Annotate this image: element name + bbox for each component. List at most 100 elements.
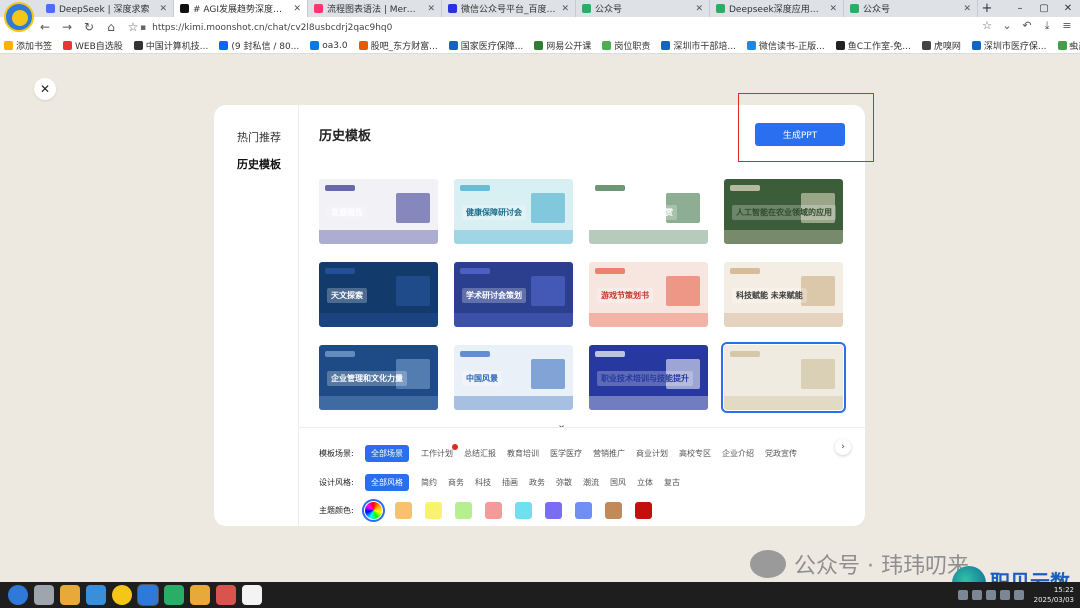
style-option[interactable]: 全部风格 xyxy=(365,474,409,491)
notes-icon[interactable] xyxy=(242,585,262,605)
bookmark-item[interactable]: 深圳市医疗保... xyxy=(971,39,1047,52)
network-icon[interactable] xyxy=(971,590,982,600)
template-thumbnail[interactable]: 科技赋能 未来赋能 xyxy=(724,262,843,327)
tab-close-icon[interactable]: ✕ xyxy=(159,4,167,14)
style-option[interactable]: 潮流 xyxy=(583,477,599,488)
color-swatch[interactable] xyxy=(545,502,562,519)
forward-icon[interactable]: → xyxy=(58,18,76,36)
bookmark-item[interactable]: oa3.0 xyxy=(310,41,348,51)
home-icon[interactable]: ⌂ xyxy=(102,18,120,36)
scene-option[interactable]: 高校专区 xyxy=(679,448,711,459)
back-icon[interactable]: ← xyxy=(36,18,54,36)
style-option[interactable]: 国风 xyxy=(610,477,626,488)
bookmark-item[interactable]: 网易公开课 xyxy=(534,39,591,52)
style-option[interactable]: 简约 xyxy=(421,477,437,488)
menu-icon[interactable]: ≡ xyxy=(1060,19,1074,33)
browser-active-icon[interactable] xyxy=(137,584,159,606)
template-thumbnail[interactable]: 阅读技巧与文学欣赏 xyxy=(589,179,708,244)
template-thumbnail[interactable]: 发展报告 xyxy=(319,179,438,244)
bookmark-item[interactable]: 鱼C工作室-免... xyxy=(835,39,911,52)
maximize-icon[interactable]: ▢ xyxy=(1032,0,1056,17)
url-field[interactable]: ▪ https://kimi.moonshot.cn/chat/cv2l8usb… xyxy=(140,19,960,36)
style-option[interactable]: 复古 xyxy=(664,477,680,488)
scene-option[interactable]: 商业计划 xyxy=(636,448,668,459)
bookmark-item[interactable]: WEB自选股 xyxy=(63,39,123,52)
browser-logo-icon[interactable] xyxy=(4,2,34,32)
bookmark-item[interactable]: 国家医疗保障... xyxy=(448,39,523,52)
template-thumbnail[interactable]: 中国风景 xyxy=(454,345,573,410)
style-option[interactable]: 插画 xyxy=(502,477,518,488)
tab-4[interactable]: 公众号 ✕ xyxy=(576,0,710,17)
template-thumbnail[interactable]: 游戏节策划书 xyxy=(589,262,708,327)
minimize-icon[interactable]: – xyxy=(1008,0,1032,17)
bookmark-item[interactable]: 虎嗅网 xyxy=(921,39,961,52)
template-thumbnail[interactable]: 学术研讨会策划 xyxy=(454,262,573,327)
scene-option[interactable]: 总结汇报 xyxy=(464,448,496,459)
bookmarks-more-icon[interactable]: » xyxy=(1068,41,1074,51)
close-dialog-button[interactable]: ✕ xyxy=(34,78,56,100)
bluetooth-icon[interactable] xyxy=(957,590,968,600)
color-swatch[interactable] xyxy=(635,502,652,519)
download-icon[interactable]: ⤓ xyxy=(1040,19,1054,33)
bookmark-item[interactable]: 深圳市干部培... xyxy=(661,39,736,52)
tab-close-icon[interactable]: ✕ xyxy=(829,4,837,14)
color-swatch[interactable] xyxy=(575,502,592,519)
bookmark-item[interactable]: 股吧_东方财富... xyxy=(358,39,438,52)
chevron-right-icon[interactable]: › xyxy=(835,439,851,455)
color-swatch[interactable] xyxy=(425,502,442,519)
style-option[interactable]: 弥散 xyxy=(556,477,572,488)
tab-0[interactable]: DeepSeek | 深度求索 ✕ xyxy=(40,0,174,17)
wechat-app-icon[interactable] xyxy=(164,585,184,605)
undo-icon[interactable]: ↶ xyxy=(1020,19,1034,33)
style-option[interactable]: 政务 xyxy=(529,477,545,488)
tab-2[interactable]: 流程图表语法 | Mermaid 中...✕ xyxy=(308,0,442,17)
color-swatch[interactable] xyxy=(515,502,532,519)
tab-close-icon[interactable]: ✕ xyxy=(695,4,703,14)
style-option[interactable]: 立体 xyxy=(637,477,653,488)
bookmark-item[interactable]: 微信读书-正版... xyxy=(746,39,825,52)
scene-option[interactable]: 工作计划 xyxy=(421,444,458,459)
tab-1[interactable]: # AGI发展趋势深度分析 #...✕ xyxy=(174,0,308,17)
volume-icon[interactable] xyxy=(985,590,996,600)
template-thumbnail[interactable]: 人工智能在农业领域的应用 xyxy=(724,179,843,244)
template-thumbnail[interactable]: 企业管理和文化力量 xyxy=(319,345,438,410)
scene-option[interactable]: 医学医疗 xyxy=(550,448,582,459)
tab-close-icon[interactable]: ✕ xyxy=(293,4,301,14)
scene-option[interactable]: 企业介绍 xyxy=(722,448,754,459)
color-swatch[interactable] xyxy=(485,502,502,519)
close-window-icon[interactable]: ✕ xyxy=(1056,0,1080,17)
color-swatch[interactable] xyxy=(455,502,472,519)
sidebar-item-history[interactable]: 历史模板 xyxy=(237,156,281,172)
color-swatch[interactable] xyxy=(605,502,622,519)
scene-option[interactable]: 营销推广 xyxy=(593,448,625,459)
all-colors-swatch[interactable] xyxy=(362,499,385,522)
files-icon[interactable] xyxy=(190,585,210,605)
media-icon[interactable] xyxy=(216,585,236,605)
battery-icon[interactable] xyxy=(999,590,1010,600)
browser-icon[interactable] xyxy=(112,585,132,605)
scene-option[interactable]: 全部场景 xyxy=(365,445,409,462)
scene-option[interactable]: 教育培训 xyxy=(507,448,539,459)
favorite-icon[interactable]: ☆ xyxy=(980,19,994,33)
dropdown-icon[interactable]: ⌄ xyxy=(1000,19,1014,33)
reload-icon[interactable]: ↻ xyxy=(80,18,98,36)
start-icon[interactable] xyxy=(8,585,28,605)
folder-icon[interactable] xyxy=(60,585,80,605)
bookmark-item[interactable]: 添加书签 xyxy=(4,39,52,52)
template-thumbnail[interactable]: 天文探索 xyxy=(319,262,438,327)
scene-option[interactable]: 党政宣传 xyxy=(765,448,797,459)
new-tab-icon[interactable]: + xyxy=(978,0,996,17)
windows-icon[interactable] xyxy=(34,585,54,605)
tab-close-icon[interactable]: ✕ xyxy=(963,4,971,14)
style-option[interactable]: 科技 xyxy=(475,477,491,488)
template-thumbnail[interactable]: 健康保障研讨会 xyxy=(454,179,573,244)
template-thumbnail[interactable]: 职业技术培训与技能提升 xyxy=(589,345,708,410)
template-thumbnail[interactable] xyxy=(721,342,846,413)
tab-6[interactable]: 公众号 ✕ xyxy=(844,0,978,17)
tab-5[interactable]: Deepseek深度应用指南--恒... ✕ xyxy=(710,0,844,17)
store-icon[interactable] xyxy=(86,585,106,605)
bookmark-item[interactable]: 岗位职责 xyxy=(602,39,650,52)
style-option[interactable]: 商务 xyxy=(448,477,464,488)
clock[interactable]: 15:22 2025/03/03 xyxy=(1034,585,1074,605)
color-swatch[interactable] xyxy=(395,502,412,519)
